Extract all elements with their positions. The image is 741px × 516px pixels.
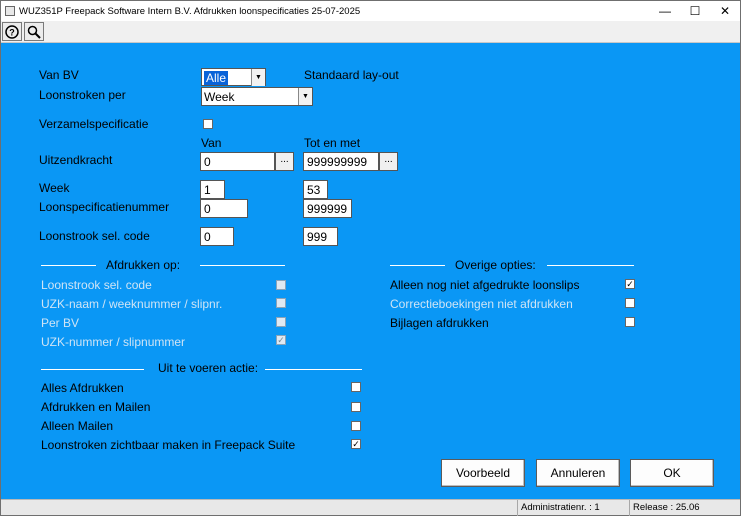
afdrukken-op-checkbox-1[interactable] <box>276 280 286 290</box>
chevron-down-icon: ▼ <box>298 88 312 105</box>
uitzendkracht-van-lookup-button[interactable]: ... <box>275 152 294 171</box>
close-button[interactable]: ✕ <box>710 1 740 21</box>
van-bv-value: Alle <box>204 71 229 85</box>
overige-checkbox-2[interactable] <box>625 298 635 308</box>
window-title: WUZ351P Freepack Software Intern B.V. Af… <box>19 5 361 17</box>
uitzendkracht-tot-field[interactable]: 999999999 <box>303 152 379 171</box>
actie-checkbox-1[interactable] <box>351 382 361 392</box>
actie-header: Uit te voeren actie: <box>158 361 259 375</box>
selcode-van-field[interactable]: 0 <box>200 227 234 246</box>
loonstroken-per-select[interactable]: Week ▼ <box>201 87 313 106</box>
loonstroken-per-label: Loonstroken per <box>39 88 126 102</box>
administratie-status: Administratienr. : 1 <box>517 500 629 516</box>
uitzendkracht-label: Uitzendkracht <box>39 153 113 167</box>
ok-button[interactable]: OK <box>630 459 714 487</box>
standaard-layout-label: Standaard lay-out <box>304 68 399 82</box>
overige-opties-header: Overige opties: <box>455 258 536 272</box>
afdrukken-op-header: Afdrukken op: <box>106 258 181 272</box>
toolbar: ? <box>1 21 740 43</box>
separator-line <box>200 265 285 266</box>
loonspecificatienummer-label: Loonspecificatienummer <box>39 200 170 214</box>
loonstroken-per-value: Week <box>204 90 235 104</box>
afdrukken-op-label-1: Loonstrook sel. code <box>41 278 152 292</box>
app-icon <box>5 6 15 16</box>
van-bv-select[interactable]: Alle ▼ <box>201 68 266 86</box>
loonspec-tot-field[interactable]: 999999 <box>303 199 352 218</box>
tot-header: Tot en met <box>304 136 361 150</box>
status-bar: Administratienr. : 1 Release : 25.06 <box>1 499 740 516</box>
separator-line <box>41 369 144 370</box>
actie-label-2: Afdrukken en Mailen <box>41 400 151 414</box>
uitzendkracht-van-field[interactable]: 0 <box>200 152 275 171</box>
verzamelspecificatie-label: Verzamelspecificatie <box>39 117 149 131</box>
van-bv-label: Van BV <box>39 68 79 82</box>
actie-label-3: Alleen Mailen <box>41 419 114 433</box>
search-icon <box>27 25 41 39</box>
separator-line <box>390 265 445 266</box>
help-button[interactable]: ? <box>2 22 22 41</box>
title-bar: WUZ351P Freepack Software Intern B.V. Af… <box>1 1 740 21</box>
overige-label-3: Bijlagen afdrukken <box>390 316 489 330</box>
verzamelspecificatie-checkbox[interactable] <box>203 119 213 129</box>
main-window: WUZ351P Freepack Software Intern B.V. Af… <box>0 0 741 516</box>
separator-line <box>547 265 634 266</box>
week-van-field[interactable]: 1 <box>200 180 225 199</box>
maximize-button[interactable]: ☐ <box>680 1 710 21</box>
actie-label-4: Loonstroken zichtbaar maken in Freepack … <box>41 438 296 452</box>
afdrukken-op-checkbox-2[interactable] <box>276 298 286 308</box>
overige-checkbox-3[interactable] <box>625 317 635 327</box>
actie-checkbox-4[interactable]: ✓ <box>351 439 361 449</box>
afdrukken-op-label-4: UZK-nummer / slipnummer <box>41 335 186 349</box>
van-header: Van <box>201 136 222 150</box>
week-tot-field[interactable]: 53 <box>303 180 328 199</box>
separator-line <box>265 369 362 370</box>
afdrukken-op-checkbox-4[interactable]: ✓ <box>276 335 286 345</box>
help-icon: ? <box>5 24 19 39</box>
afdrukken-op-label-3: Per BV <box>41 316 80 330</box>
minimize-button[interactable]: — <box>650 1 680 21</box>
window-controls: — ☐ ✕ <box>650 1 740 21</box>
loonspec-van-field[interactable]: 0 <box>200 199 248 218</box>
chevron-down-icon: ▼ <box>251 69 265 86</box>
overige-label-2: Correctieboekingen niet afdrukken <box>390 297 573 311</box>
release-status: Release : 25.06 <box>629 500 721 516</box>
search-button[interactable] <box>24 22 44 41</box>
selcode-tot-field[interactable]: 999 <box>303 227 338 246</box>
separator-line <box>41 265 96 266</box>
svg-text:?: ? <box>9 27 15 37</box>
week-label: Week <box>39 181 70 195</box>
overige-label-1: Alleen nog niet afgedrukte loonslips <box>390 278 580 292</box>
overige-checkbox-1[interactable]: ✓ <box>625 279 635 289</box>
actie-checkbox-3[interactable] <box>351 421 361 431</box>
afdrukken-op-label-2: UZK-naam / weeknummer / slipnr. <box>41 297 223 311</box>
selcode-label: Loonstrook sel. code <box>39 229 150 243</box>
voorbeeld-button[interactable]: Voorbeeld <box>441 459 525 487</box>
actie-checkbox-2[interactable] <box>351 402 361 412</box>
actie-label-1: Alles Afdrukken <box>41 381 124 395</box>
afdrukken-op-checkbox-3[interactable] <box>276 317 286 327</box>
annuleren-button[interactable]: Annuleren <box>536 459 620 487</box>
uitzendkracht-tot-lookup-button[interactable]: ... <box>379 152 398 171</box>
